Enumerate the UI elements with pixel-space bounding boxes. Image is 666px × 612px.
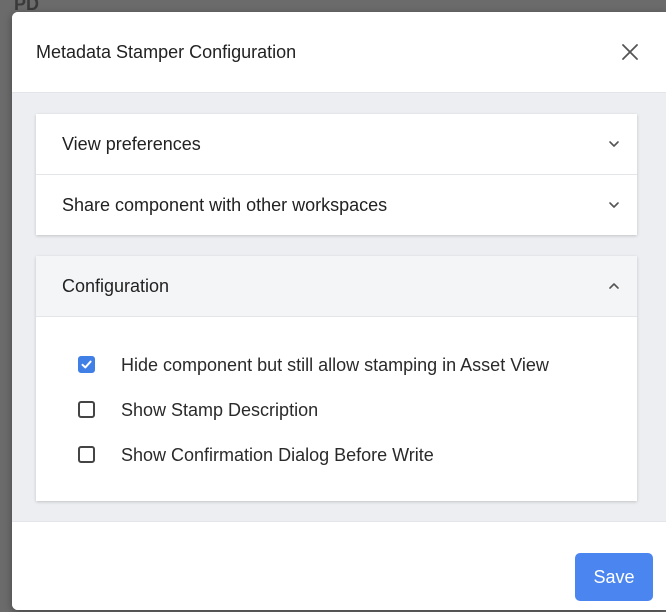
dialog-header: Metadata Stamper Configuration	[12, 12, 666, 93]
option-show-confirmation-dialog[interactable]: Show Confirmation Dialog Before Write	[78, 444, 618, 468]
configuration-options: Hide component but still allow stamping …	[36, 317, 637, 501]
option-label: Show Confirmation Dialog Before Write	[121, 445, 434, 465]
configuration-dialog: Metadata Stamper Configuration View pref…	[12, 12, 666, 610]
collapsed-sections-card: View preferences Share component with ot…	[36, 114, 637, 235]
dialog-body: View preferences Share component with ot…	[12, 93, 666, 521]
dialog-footer: Save	[12, 521, 666, 610]
show-stamp-description-checkbox[interactable]	[78, 401, 95, 418]
save-button[interactable]: Save	[575, 553, 653, 601]
chevron-down-icon	[609, 141, 619, 147]
option-show-stamp-description[interactable]: Show Stamp Description	[78, 399, 618, 423]
section-view-preferences[interactable]: View preferences	[36, 114, 637, 174]
section-label: Share component with other workspaces	[62, 195, 388, 215]
section-configuration[interactable]: Configuration	[36, 256, 637, 317]
option-hide-component[interactable]: Hide component but still allow stamping …	[78, 354, 618, 378]
option-label: Show Stamp Description	[121, 400, 319, 420]
section-label: View preferences	[62, 134, 201, 154]
checkmark-icon	[81, 360, 92, 369]
hide-component-checkbox[interactable]	[78, 356, 95, 373]
close-button[interactable]	[618, 40, 642, 64]
dialog-title: Metadata Stamper Configuration	[36, 42, 297, 62]
close-icon	[622, 44, 638, 60]
section-label: Configuration	[62, 276, 170, 296]
option-label: Hide component but still allow stamping …	[121, 355, 549, 375]
chevron-down-icon	[609, 202, 619, 208]
configuration-section-card: Configuration Hide component but still a…	[36, 256, 637, 501]
show-confirmation-dialog-checkbox[interactable]	[78, 446, 95, 463]
chevron-up-icon	[609, 283, 619, 289]
section-share-component[interactable]: Share component with other workspaces	[36, 174, 637, 235]
